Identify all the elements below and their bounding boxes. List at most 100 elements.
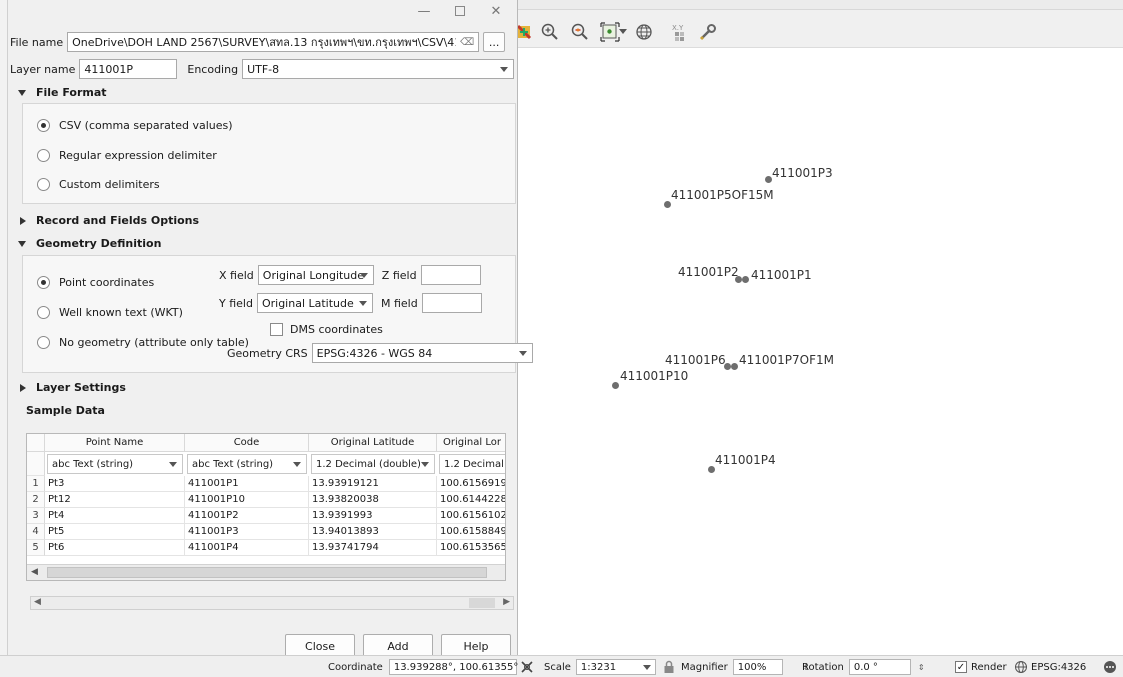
table-header[interactable]: Point Name xyxy=(45,434,185,452)
minimize-icon[interactable]: — xyxy=(406,0,442,22)
browse-button[interactable]: ... xyxy=(483,32,506,52)
sample-data-table[interactable]: Point Name Code Original Latitude Origin… xyxy=(26,433,506,581)
rotation-input[interactable]: 0.0 ° xyxy=(848,659,911,675)
radio-no-geometry-label: No geometry (attribute only table) xyxy=(59,336,249,349)
file-format-header[interactable]: File Format xyxy=(18,86,107,99)
chevron-down-icon[interactable] xyxy=(617,20,629,44)
rotation-spin-icon[interactable]: ⇕ xyxy=(918,663,925,672)
zoom-out-icon[interactable] xyxy=(568,20,592,44)
radio-point-coordinates[interactable]: Point coordinates xyxy=(37,276,154,289)
messages-icon[interactable] xyxy=(1103,659,1117,675)
expanded-arrow-icon xyxy=(18,89,26,96)
type-value: 1.2 Decimal (double) xyxy=(316,458,421,470)
magnifier-input[interactable]: 100% xyxy=(732,659,783,675)
scale-select[interactable]: 1:3231 xyxy=(575,659,656,675)
scrollbar-thumb[interactable] xyxy=(47,567,487,578)
x-field-select[interactable]: Original Longitude xyxy=(257,265,374,285)
globe-icon xyxy=(1015,661,1027,673)
map-point[interactable] xyxy=(724,363,731,370)
radio-button[interactable] xyxy=(37,306,50,319)
radio-button[interactable] xyxy=(37,276,50,289)
encoding-select[interactable]: UTF-8 xyxy=(242,59,515,79)
layer-name-row: Layer name 411001P Encoding UTF-8 xyxy=(10,59,515,79)
lock-scale-icon[interactable] xyxy=(663,659,675,675)
dialog-titlebar: — ✕ xyxy=(8,0,518,22)
scrollbar-thumb[interactable] xyxy=(469,598,495,608)
map-canvas[interactable]: 411001P3 411001P5OF15M 411001P2 411001P1… xyxy=(518,0,1123,655)
maximize-icon[interactable] xyxy=(442,0,478,22)
radio-wkt[interactable]: Well known text (WKT) xyxy=(37,306,183,319)
map-point-label: 411001P10 xyxy=(620,369,689,383)
dms-row[interactable]: DMS coordinates xyxy=(270,323,383,336)
layer-settings-header[interactable]: Layer Settings xyxy=(18,381,126,394)
scroll-left-icon[interactable]: ◀ xyxy=(31,567,38,577)
table-header[interactable]: Original Lor xyxy=(437,434,505,452)
y-field-select[interactable]: Original Latitude xyxy=(256,293,373,313)
zoom-in-icon[interactable] xyxy=(538,20,562,44)
type-select[interactable]: 1.2 Decimal (d xyxy=(439,454,505,474)
map-point[interactable] xyxy=(664,201,671,208)
geometry-definition-header[interactable]: Geometry Definition xyxy=(18,237,161,250)
file-name-label: File name xyxy=(10,35,64,49)
dialog-horizontal-scrollbar[interactable]: ◀ ▶ xyxy=(30,596,514,610)
globe-icon[interactable] xyxy=(632,20,656,44)
radio-button[interactable] xyxy=(37,119,50,132)
type-select[interactable]: abc Text (string) xyxy=(47,454,183,474)
radio-button[interactable] xyxy=(37,336,50,349)
chevron-down-icon xyxy=(169,462,177,467)
geometry-crs-value: EPSG:4326 - WGS 84 xyxy=(316,346,433,360)
extents-toggle-icon[interactable] xyxy=(520,659,534,675)
geometry-crs-select[interactable]: EPSG:4326 - WGS 84 xyxy=(311,343,533,363)
m-field-select[interactable] xyxy=(421,293,482,313)
type-value: abc Text (string) xyxy=(52,458,134,470)
render-toggle[interactable]: ✓ Render xyxy=(955,659,1007,675)
dms-checkbox[interactable] xyxy=(270,323,283,336)
map-point[interactable] xyxy=(708,466,715,473)
crs-status[interactable]: EPSG:4326 xyxy=(1014,659,1086,675)
clear-input-icon[interactable]: ⌫ xyxy=(460,37,474,48)
radio-regex[interactable]: Regular expression delimiter xyxy=(37,149,217,162)
row-number: 5 xyxy=(27,540,45,556)
scroll-left-icon[interactable]: ◀ xyxy=(34,597,41,607)
xy-coordinate-icon[interactable]: X.Y xyxy=(668,20,692,44)
layer-name-input[interactable]: 411001P xyxy=(79,59,178,79)
radio-no-geometry[interactable]: No geometry (attribute only table) xyxy=(37,336,249,349)
map-point-label: 411001P2 xyxy=(678,265,739,279)
x-field-label: X field xyxy=(219,268,254,282)
y-field-row: Y field Original Latitude M field xyxy=(219,293,482,313)
table-horizontal-scrollbar[interactable]: ◀ xyxy=(27,564,505,580)
map-point[interactable] xyxy=(735,276,742,283)
radio-button[interactable] xyxy=(37,149,50,162)
map-point[interactable] xyxy=(742,276,749,283)
expanded-arrow-icon xyxy=(18,240,26,247)
y-field-label: Y field xyxy=(219,296,253,310)
type-select[interactable]: abc Text (string) xyxy=(187,454,307,474)
rotation-label: Rotation xyxy=(802,661,844,673)
z-field-select[interactable] xyxy=(420,265,481,285)
coordinate-field[interactable]: 13.939288°, 100.61355° xyxy=(388,659,518,675)
table-header[interactable]: Original Latitude xyxy=(309,434,437,452)
map-point[interactable] xyxy=(731,363,738,370)
table-corner xyxy=(27,434,45,452)
render-checkbox[interactable]: ✓ xyxy=(955,661,967,673)
geometry-group: Point coordinates Well known text (WKT) … xyxy=(22,255,533,373)
close-window-icon[interactable]: ✕ xyxy=(478,0,514,22)
scroll-right-icon[interactable]: ▶ xyxy=(503,597,510,607)
radio-custom-delimiters[interactable]: Custom delimiters xyxy=(37,178,160,191)
render-label: Render xyxy=(971,661,1007,673)
table-cell: 411001P3 xyxy=(185,524,309,540)
map-point[interactable] xyxy=(612,382,619,389)
table-cell: 100.6158849 xyxy=(437,524,505,540)
collapsed-arrow-icon xyxy=(20,216,26,225)
record-fields-header[interactable]: Record and Fields Options xyxy=(18,214,199,227)
radio-button[interactable] xyxy=(37,178,50,191)
wrench-icon[interactable] xyxy=(696,20,720,44)
table-header[interactable]: Code xyxy=(185,434,309,452)
map-point-label: 411001P5OF15M xyxy=(671,188,774,202)
map-point[interactable] xyxy=(765,176,772,183)
radio-csv[interactable]: CSV (comma separated values) xyxy=(37,119,233,132)
geometry-crs-label: Geometry CRS xyxy=(227,346,308,360)
file-name-input[interactable]: OneDrive\DOH LAND 2567\SURVEY\สทล.13 กรุ… xyxy=(67,32,480,52)
type-select[interactable]: 1.2 Decimal (double) xyxy=(311,454,435,474)
geometry-crs-row: Geometry CRS EPSG:4326 - WGS 84 xyxy=(227,343,533,363)
